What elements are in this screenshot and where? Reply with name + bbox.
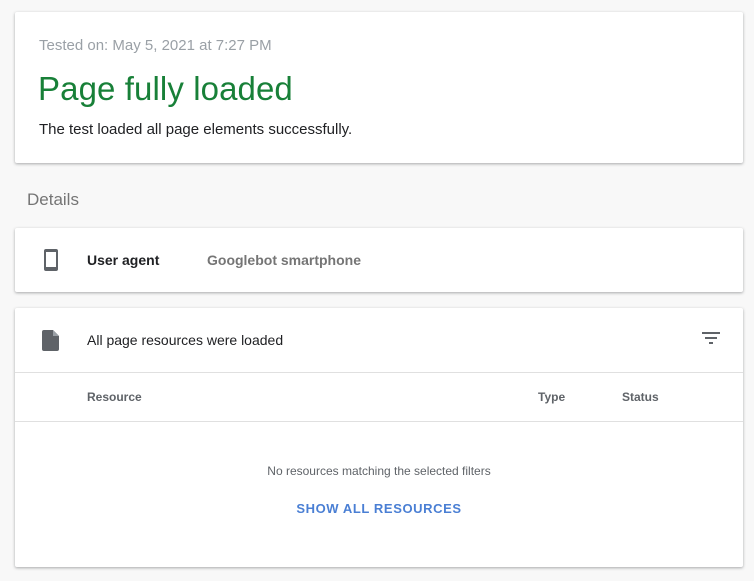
document-icon — [42, 330, 60, 351]
column-header-resource[interactable]: Resource — [87, 390, 142, 404]
status-card: Tested on: May 5, 2021 at 7:27 PM Page f… — [15, 12, 743, 163]
resources-title: All page resources were loaded — [87, 332, 284, 348]
user-agent-value: Googlebot smartphone — [207, 252, 361, 268]
status-title: Page fully loaded — [38, 70, 293, 107]
resources-card: All page resources were loaded Resource … — [15, 308, 743, 567]
show-all-resources-button[interactable]: SHOW ALL RESOURCES — [292, 501, 465, 516]
empty-state-message: No resources matching the selected filte… — [267, 464, 491, 478]
details-heading: Details — [27, 190, 79, 209]
user-agent-label: User agent — [87, 252, 160, 268]
column-header-type[interactable]: Type — [538, 390, 565, 404]
smartphone-icon — [42, 249, 60, 271]
filter-button[interactable] — [697, 326, 725, 354]
filter-icon — [702, 331, 720, 349]
tested-on-timestamp: Tested on: May 5, 2021 at 7:27 PM — [39, 37, 272, 54]
column-header-status[interactable]: Status — [622, 390, 659, 404]
header-divider — [15, 372, 743, 373]
user-agent-card: User agent Googlebot smartphone — [15, 228, 743, 292]
table-header-divider — [15, 421, 743, 422]
status-description: The test loaded all page elements succes… — [39, 121, 353, 138]
